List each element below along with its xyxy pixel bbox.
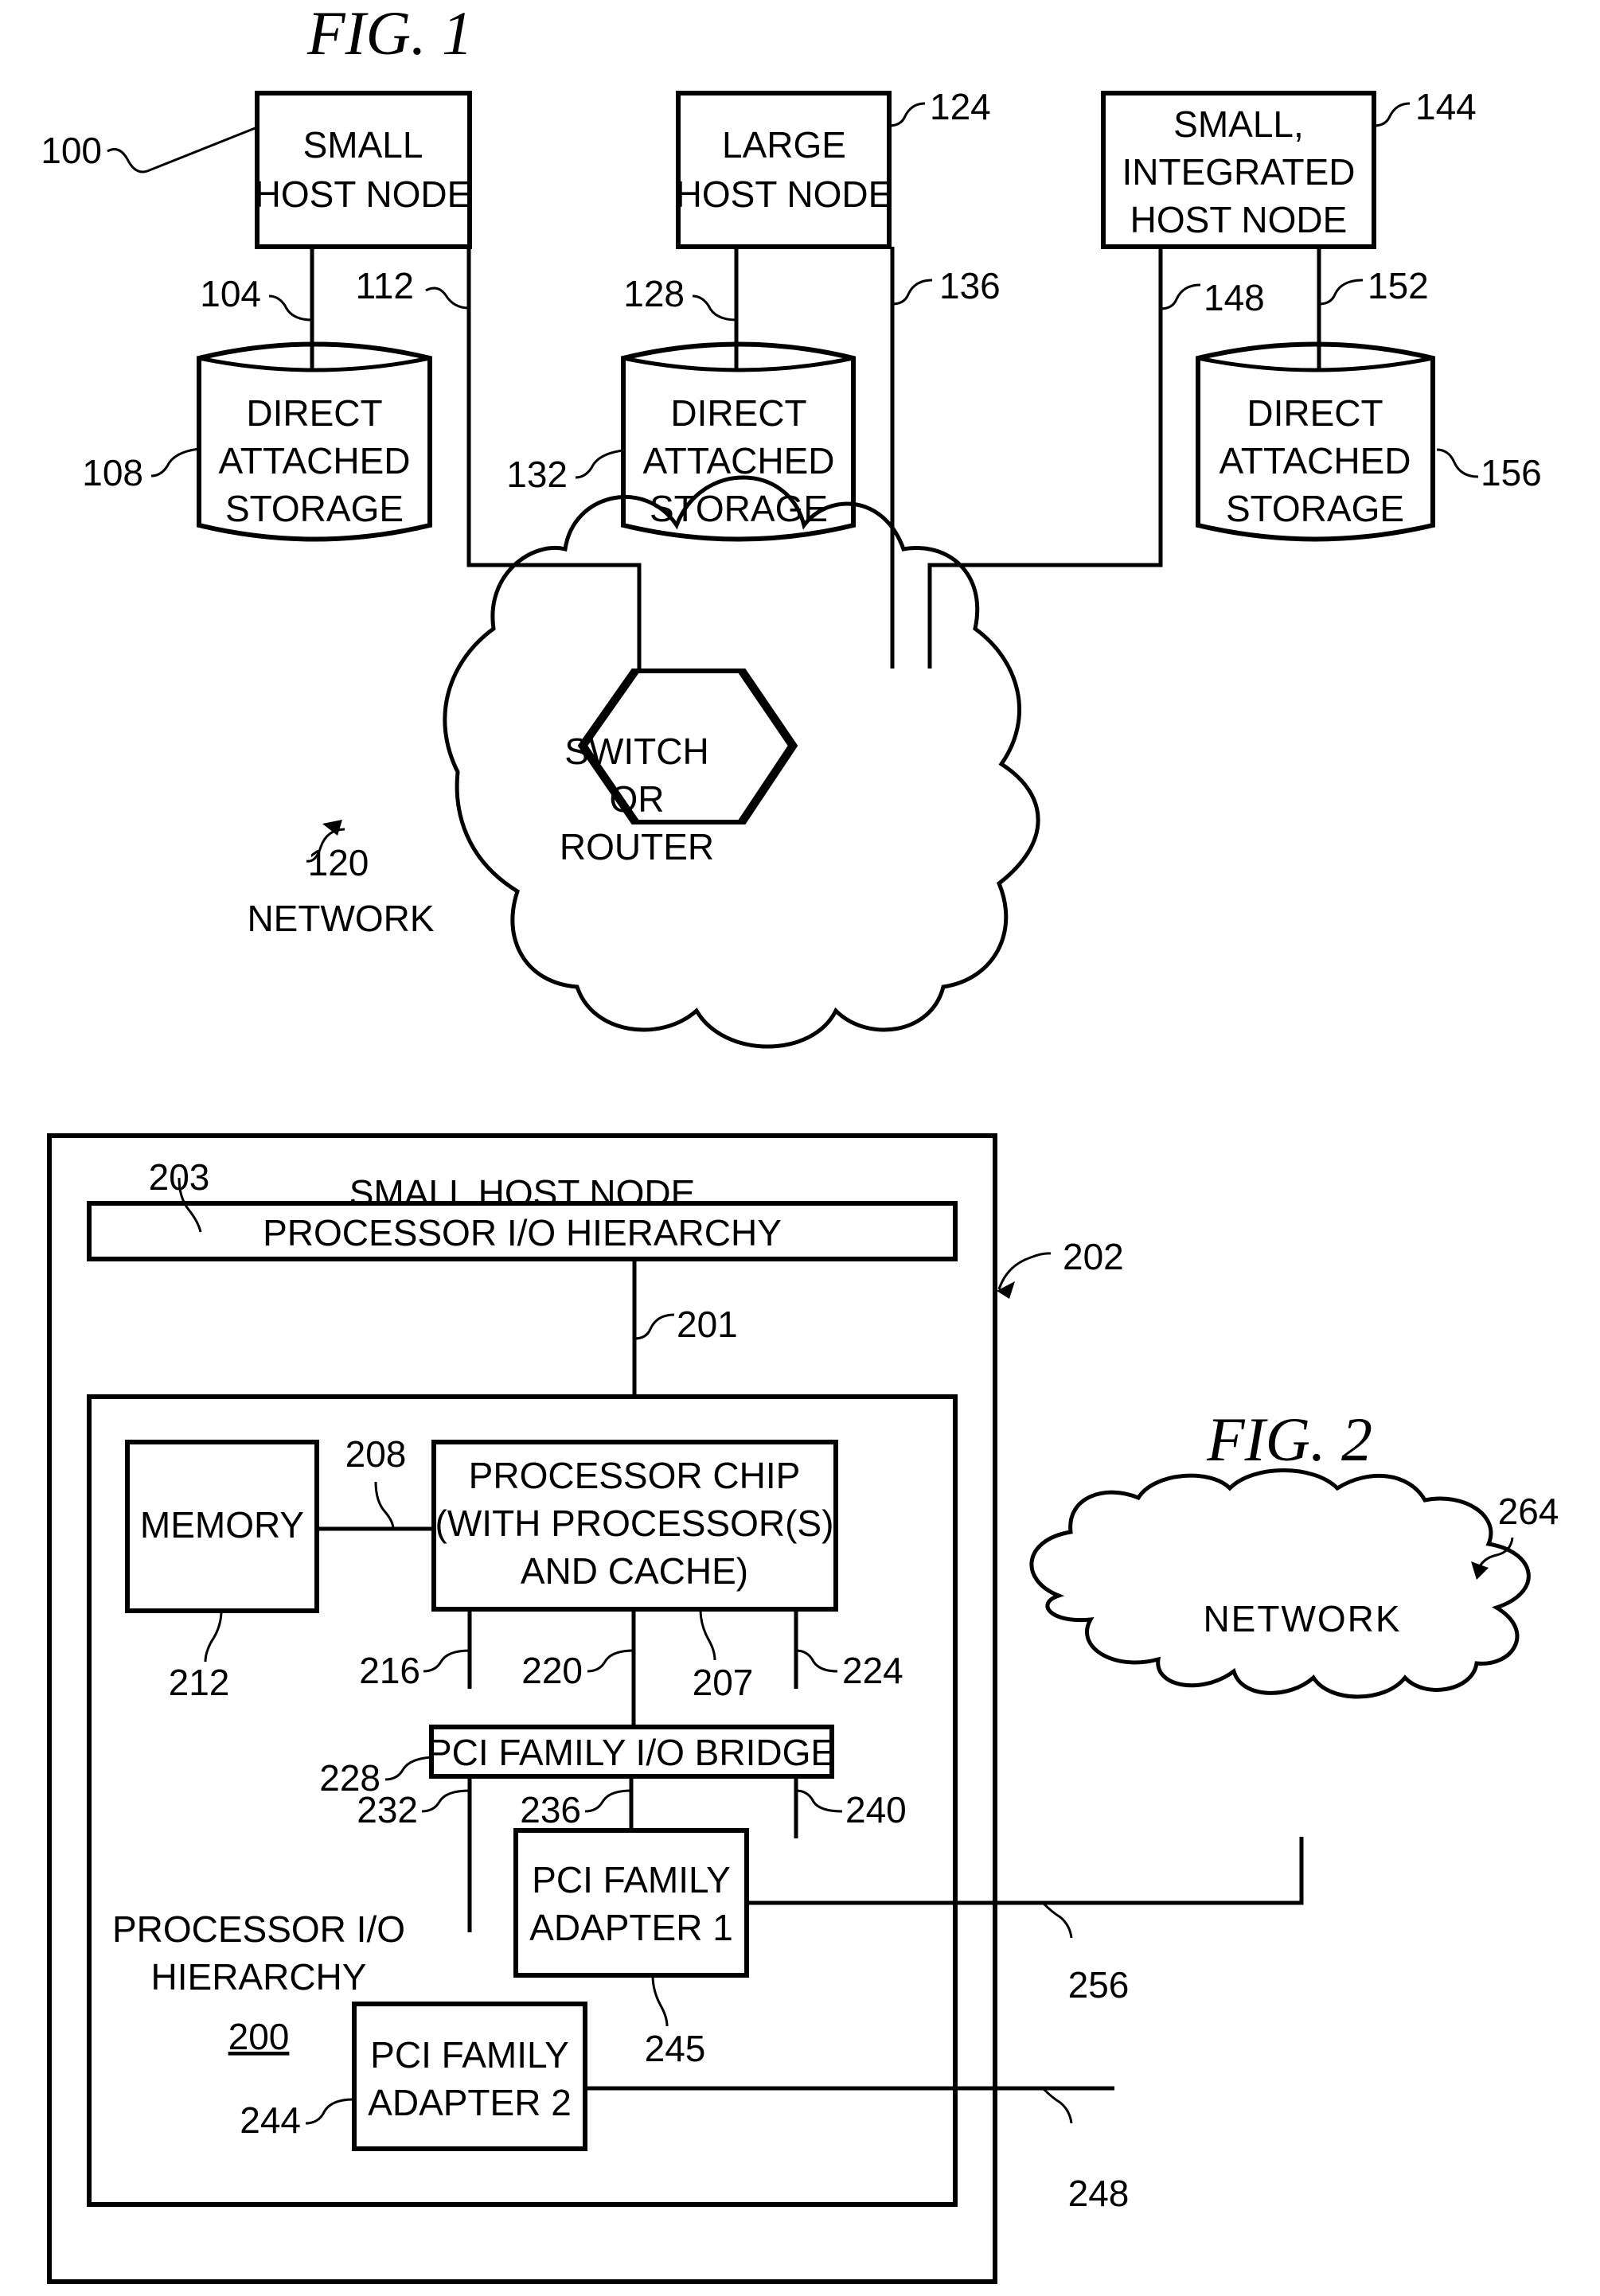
network-cloud-264: NETWORK 264 bbox=[1029, 1468, 1559, 1699]
storage-108-line1: DIRECT bbox=[246, 392, 382, 434]
ref-208: 208 bbox=[345, 1433, 407, 1475]
ref-136: 136 bbox=[939, 265, 1001, 306]
integrated-host-node: SMALL, INTEGRATED HOST NODE 144 bbox=[1101, 86, 1477, 249]
integrated-host-node-line1: SMALL, bbox=[1173, 103, 1304, 145]
ref-232: 232 bbox=[357, 1789, 418, 1830]
pci-bridge-label: PCI FAMILY I/O BRIDGE bbox=[427, 1732, 835, 1773]
ref-200: 200 bbox=[228, 2016, 290, 2057]
leader-128 bbox=[692, 294, 737, 322]
large-host-node-line1: LARGE bbox=[722, 124, 846, 166]
ref-156: 156 bbox=[1481, 452, 1542, 493]
fig2: FIG. 2 SMALL HOST NODE 202 PROCESSOR I/O… bbox=[47, 1133, 1559, 2284]
storage-108-line3: STORAGE bbox=[225, 488, 404, 529]
pci-adapter-2-line2: ADAPTER 2 bbox=[368, 2082, 572, 2123]
ref-100: 100 bbox=[41, 130, 102, 171]
ref-240: 240 bbox=[845, 1789, 907, 1830]
storage-108-line2: ATTACHED bbox=[218, 440, 410, 481]
large-host-node-line2: HOST NODE bbox=[676, 173, 893, 215]
leader-136 bbox=[892, 279, 933, 306]
switch-116-line1: SWITCH bbox=[564, 731, 708, 772]
pci-adapter-1-line1: PCI FAMILY bbox=[532, 1859, 731, 1900]
processor-chip-line3: AND CACHE) bbox=[521, 1550, 748, 1592]
ref-216: 216 bbox=[359, 1650, 420, 1691]
leader-248 bbox=[1041, 2087, 1073, 2124]
ref-256: 256 bbox=[1068, 1964, 1130, 2006]
patent-figure-sheet: FIG. 1 SMALL HOST NODE 100 LARGE HOST NO… bbox=[41, 0, 1559, 2284]
pci-adapter-2-box bbox=[352, 2002, 587, 2151]
ref-144: 144 bbox=[1415, 86, 1477, 127]
leader-144 bbox=[1373, 102, 1411, 127]
hierarchy-label-line2: HIERARCHY bbox=[151, 1956, 367, 1998]
ref-112: 112 bbox=[356, 265, 414, 306]
small-host-node-line1: SMALL bbox=[303, 124, 423, 166]
network-label: NETWORK bbox=[247, 898, 434, 939]
storage-156-line1: DIRECT bbox=[1247, 392, 1383, 434]
leader-148 bbox=[1160, 283, 1201, 310]
fig2-title: FIG. 2 bbox=[1206, 1405, 1372, 1474]
fig1: FIG. 1 SMALL HOST NODE 100 LARGE HOST NO… bbox=[41, 0, 1542, 1049]
processor-io-hierarchy-bar-label: PROCESSOR I/O HIERARCHY bbox=[263, 1212, 782, 1253]
ref-108: 108 bbox=[82, 452, 143, 493]
leader-104 bbox=[268, 294, 313, 322]
ref-236: 236 bbox=[520, 1789, 581, 1830]
ref-224: 224 bbox=[842, 1650, 903, 1691]
fig1-title: FIG. 1 bbox=[306, 0, 473, 68]
ref-124: 124 bbox=[930, 86, 991, 127]
pci-adapter-1-line2: ADAPTER 1 bbox=[529, 1907, 733, 1948]
ref-201: 201 bbox=[677, 1304, 738, 1345]
leader-100 bbox=[107, 126, 258, 173]
leader-124 bbox=[888, 102, 926, 127]
pci-adapter-2-line1: PCI FAMILY bbox=[370, 2034, 569, 2076]
ref-264: 264 bbox=[1498, 1491, 1559, 1532]
switch-116-line3: ROUTER bbox=[560, 826, 714, 867]
hierarchy-label-line1: PROCESSOR I/O bbox=[112, 1908, 405, 1950]
ref-248: 248 bbox=[1068, 2173, 1130, 2214]
ref-244: 244 bbox=[240, 2099, 301, 2141]
network-264-label: NETWORK bbox=[1203, 1598, 1401, 1639]
storage-132-line2: ATTACHED bbox=[642, 440, 834, 481]
integrated-host-node-line3: HOST NODE bbox=[1130, 199, 1348, 240]
memory-label: MEMORY bbox=[140, 1504, 304, 1546]
leader-156 bbox=[1436, 448, 1479, 478]
ref-202: 202 bbox=[1063, 1236, 1124, 1277]
storage-156-line2: ATTACHED bbox=[1219, 440, 1411, 481]
ref-203: 203 bbox=[149, 1156, 210, 1198]
switch-116-line2: OR bbox=[610, 778, 665, 820]
ref-212: 212 bbox=[169, 1662, 230, 1703]
ref-148: 148 bbox=[1204, 277, 1265, 318]
processor-chip-line1: PROCESSOR CHIP bbox=[469, 1455, 801, 1496]
small-host-node: SMALL HOST NODE 100 bbox=[41, 91, 472, 249]
storage-132: DIRECT ATTACHED STORAGE 132 128 bbox=[506, 247, 856, 542]
ref-220: 220 bbox=[521, 1650, 583, 1691]
leader-256 bbox=[1041, 1901, 1073, 1939]
ref-245: 245 bbox=[645, 2028, 706, 2069]
ref-132: 132 bbox=[506, 454, 568, 495]
ref-207: 207 bbox=[693, 1662, 754, 1703]
leader-112 bbox=[425, 287, 470, 310]
storage-156-line3: STORAGE bbox=[1226, 488, 1404, 529]
leader-152 bbox=[1318, 279, 1364, 306]
pci-adapter-1-box bbox=[513, 1828, 749, 1978]
processor-chip-line2: (WITH PROCESSOR(S) bbox=[435, 1503, 834, 1544]
leader-202 bbox=[997, 1252, 1052, 1290]
link-148 bbox=[927, 247, 1163, 669]
cloud-264-outline bbox=[1029, 1468, 1531, 1699]
switch-116: SWITCH OR ROUTER bbox=[560, 669, 798, 867]
ref-104: 104 bbox=[200, 273, 261, 314]
ref-128: 128 bbox=[623, 273, 685, 314]
large-host-node-box bbox=[676, 91, 892, 249]
network-cloud-120: 120 NETWORK SWITCH OR ROUTER bbox=[247, 475, 1040, 1049]
leader-132 bbox=[575, 449, 624, 479]
large-host-node: LARGE HOST NODE 124 bbox=[676, 86, 991, 249]
small-host-node-line2: HOST NODE bbox=[255, 173, 472, 215]
leader-108 bbox=[150, 447, 200, 478]
small-host-node-box bbox=[255, 91, 472, 249]
ref-120: 120 bbox=[308, 842, 369, 883]
integrated-host-node-line2: INTEGRATED bbox=[1122, 151, 1355, 193]
ref-152: 152 bbox=[1368, 265, 1429, 306]
arrow-202 bbox=[997, 1281, 1015, 1299]
storage-132-line1: DIRECT bbox=[670, 392, 806, 434]
